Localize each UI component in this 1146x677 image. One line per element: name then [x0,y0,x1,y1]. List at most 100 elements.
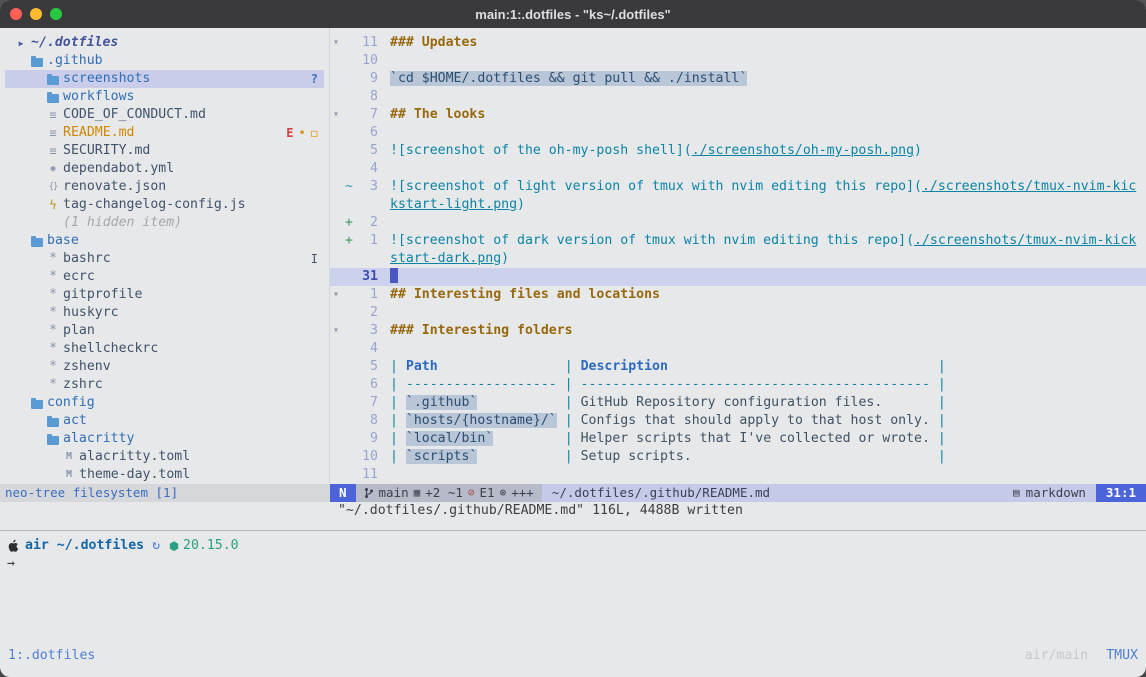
tree-item-code-of-conduct-md[interactable]: ≡CODE_OF_CONDUCT.md [5,106,324,124]
editor-cursor-line[interactable]: 31 [330,268,1146,286]
editor-line[interactable]: 4 [330,340,1146,358]
editor-pane[interactable]: ▾11### Updates109`cd $HOME/.dotfiles && … [330,28,1146,484]
editor-line[interactable]: 11 [330,466,1146,484]
editor-line[interactable]: 5| Path | Description | [330,358,1146,376]
node-version: 20.15.0 [169,537,239,555]
fold-marker: ▾ [330,322,342,340]
file-sh-icon: * [45,268,61,286]
neotree-sidebar[interactable]: ▸~/.dotfiles.githubscreenshots?workflows… [0,28,330,484]
editor-line[interactable]: ▾11### Updates [330,34,1146,52]
editor-line[interactable]: 8 [330,88,1146,106]
tree-item-readme-md[interactable]: ≡README.mdE•◻ [5,124,324,142]
tree-item-dependabot-yml[interactable]: ◉dependabot.yml [5,160,324,178]
line-text: | `hosts/{hostname}/` | Configs that sho… [378,412,946,430]
tree-item-renovate-json[interactable]: {}renovate.json [5,178,324,196]
line-text [378,52,390,70]
tree-item-1-hidden-item[interactable]: (1 hidden item) [5,214,324,232]
minimize-button[interactable] [30,8,42,20]
tree-item-workflows[interactable]: workflows [5,88,324,106]
editor-line[interactable]: ▾3### Interesting folders [330,322,1146,340]
zoom-button[interactable] [50,8,62,20]
tree-item-security-md[interactable]: ≡SECURITY.md [5,142,324,160]
git-sign [342,160,356,178]
file-toml-icon: M [61,466,77,484]
file-sh-icon: * [45,250,61,268]
fold-marker [330,466,342,484]
tree-item-dotfiles[interactable]: ▸~/.dotfiles [5,34,324,52]
nvim-windows: ▸~/.dotfiles.githubscreenshots?workflows… [0,28,1146,484]
markdown-icon: ▤ [1013,484,1020,502]
tmux-window-item[interactable]: 1:.dotfiles [8,647,95,665]
tree-item-config[interactable]: config [5,394,324,412]
statusline-extra: +++ [511,484,534,502]
editor-line[interactable]: 9`cd $HOME/.dotfiles && git pull && ./in… [330,70,1146,88]
tree-item-base[interactable]: base [5,232,324,250]
tree-item-tag-changelog-config-js[interactable]: ϟtag-changelog-config.js [5,196,324,214]
editor-line[interactable]: 9| `local/bin` | Helper scripts that I'v… [330,430,1146,448]
tree-item-shellcheckrc[interactable]: *shellcheckrc [5,340,324,358]
editor-line[interactable]: 6 [330,124,1146,142]
line-number [356,196,378,214]
status-marker-untracked: ? [311,70,318,88]
status-marker-error: E [286,124,293,142]
tree-item-zshenv[interactable]: *zshenv [5,358,324,376]
editor-line[interactable]: 7| `.github` | GitHub Repository configu… [330,394,1146,412]
file-sh-icon: * [45,322,61,340]
terminal-window: main:1:.dotfiles - "ks~/.dotfiles" ▸~/.d… [0,0,1146,677]
editor-line[interactable]: +1![screenshot of dark version of tmux w… [330,232,1146,250]
line-number: 7 [356,106,378,124]
editor-line[interactable]: 5![screenshot of the oh-my-posh shell](.… [330,142,1146,160]
editor-line[interactable]: kstart-light.png) [330,196,1146,214]
editor-line[interactable]: 8| `hosts/{hostname}/` | Configs that sh… [330,412,1146,430]
git-sign [342,70,356,88]
editor-line[interactable]: 4 [330,160,1146,178]
folder-icon [45,74,61,85]
tree-item-label: (1 hidden item) [63,214,182,232]
neotree-statusline: neo-tree filesystem [1] [0,484,330,502]
editor-line[interactable]: 2 [330,304,1146,322]
git-sign [342,322,356,340]
line-number [356,250,378,268]
git-branch: main [379,484,409,502]
editor-line[interactable]: ~3![screenshot of light version of tmux … [330,178,1146,196]
line-number: 1 [356,232,378,250]
tree-item-bashrc[interactable]: *bashrcI [5,250,324,268]
editor-line[interactable]: 10| `scripts` | Setup scripts. | [330,448,1146,466]
git-sign [342,250,356,268]
line-text: ![screenshot of dark version of tmux wit… [378,232,1136,250]
tree-item-plan[interactable]: *plan [5,322,324,340]
tree-item-theme-day-toml[interactable]: Mtheme-day.toml [5,466,324,484]
tree-item-alacritty[interactable]: alacritty [5,430,324,448]
tree-item-gitprofile[interactable]: *gitprofile [5,286,324,304]
node-version-text: 20.15.0 [183,537,239,555]
close-button[interactable] [10,8,22,20]
command-message: "~/.dotfiles/.github/README.md" 116L, 44… [0,502,1146,520]
lualine: N main ▦ +2 ~1 ⊘ E1 ⊛ +++ ~/.dotfiles/.g… [330,484,1146,502]
file-sh-icon: * [45,286,61,304]
tree-item-screenshots[interactable]: screenshots? [5,70,324,88]
tree-item-label: dependabot.yml [63,160,174,178]
shell-pane[interactable]: air ~/.dotfiles ↻ 20.15.0 → [0,531,1146,647]
editor-line[interactable]: +2 [330,214,1146,232]
editor-line[interactable]: 10 [330,52,1146,70]
tree-item-alacritty-toml[interactable]: Malacritty.toml [5,448,324,466]
tree-item-zshrc[interactable]: *zshrc [5,376,324,394]
tree-item-ecrc[interactable]: *ecrc [5,268,324,286]
fold-marker [330,250,342,268]
editor-line[interactable]: ▾1## Interesting files and locations [330,286,1146,304]
editor-line[interactable]: start-dark.png) [330,250,1146,268]
tmux-label: TMUX [1106,647,1138,665]
git-sign [342,304,356,322]
line-number: 4 [356,340,378,358]
line-text: ## The looks [378,106,485,124]
editor-line[interactable]: ▾7## The looks [330,106,1146,124]
line-text: `cd $HOME/.dotfiles && git pull && ./ins… [378,70,747,88]
tree-item-huskyrc[interactable]: *huskyrc [5,304,324,322]
tree-item-act[interactable]: act [5,412,324,430]
tree-item-github[interactable]: .github [5,52,324,70]
folder-icon [45,434,61,445]
line-number: 5 [356,142,378,160]
editor-line[interactable]: 6| ------------------- | ---------------… [330,376,1146,394]
titlebar[interactable]: main:1:.dotfiles - "ks~/.dotfiles" [0,0,1146,28]
line-number: 3 [356,322,378,340]
